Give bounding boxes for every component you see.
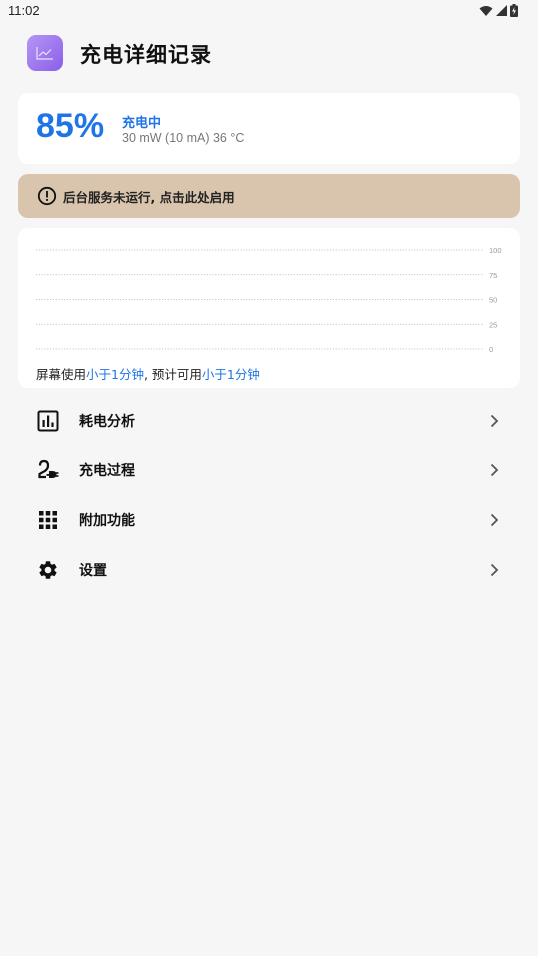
menu-item-extra-features[interactable]: 附加功能 — [18, 497, 520, 543]
warning-text: 后台服务未运行, 点击此处启用 — [63, 189, 235, 205]
chart-y-tick-label: 75 — [489, 271, 497, 280]
battery-history-chart: 100 75 50 25 0 屏幕使用小于1分钟, 预计可用小于1分钟 — [18, 228, 520, 388]
chevron-right-icon — [490, 463, 499, 477]
chart-y-tick-label: 100 — [489, 246, 502, 255]
menu-label: 设置 — [79, 563, 107, 579]
menu-item-charging-process[interactable]: 充电过程 — [18, 447, 520, 493]
grid-apps-icon — [39, 511, 57, 529]
estimated-remaining-value: 小于1分钟 — [201, 367, 260, 382]
menu-label: 附加功能 — [79, 513, 135, 529]
alert-icon — [37, 186, 57, 206]
charging-power-temperature: 30 mW (10 mA) 36 °C — [122, 131, 245, 145]
chart-plot: 100 75 50 25 0 — [36, 246, 502, 354]
chart-y-tick-label: 50 — [489, 296, 497, 305]
background-service-warning[interactable]: 后台服务未运行, 点击此处启用 — [18, 174, 520, 218]
chevron-right-icon — [490, 563, 499, 577]
battery-status-card: 85% 充电中 30 mW (10 mA) 36 °C — [18, 93, 520, 164]
wifi-icon — [479, 5, 493, 16]
chevron-right-icon — [490, 513, 499, 527]
chart-y-tick-label: 25 — [489, 320, 497, 329]
charging-cable-icon — [38, 459, 59, 479]
page-title: 充电详细记录 — [80, 43, 212, 67]
status-bar: 11:02 — [0, 0, 538, 24]
status-icons — [479, 4, 518, 17]
menu-item-settings[interactable]: 设置 — [18, 547, 520, 593]
menu-item-power-analysis[interactable]: 耗电分析 — [18, 398, 520, 444]
status-time: 11:02 — [8, 3, 40, 18]
bar-chart-icon — [37, 410, 59, 432]
screen-usage-prefix: 屏幕使用 — [36, 367, 87, 382]
charging-state-label: 充电中 — [122, 116, 162, 131]
usage-summary: 屏幕使用小于1分钟, 预计可用小于1分钟 — [36, 364, 260, 383]
screen-usage-value: 小于1分钟 — [86, 367, 144, 382]
battery-percent: 85% — [36, 107, 105, 145]
estimate-prefix: , 预计可用 — [143, 367, 202, 382]
menu-label: 耗电分析 — [79, 414, 135, 430]
trend-line-icon — [36, 47, 53, 60]
cell-signal-icon — [496, 5, 507, 16]
menu-label: 充电过程 — [79, 463, 135, 479]
chevron-right-icon — [490, 414, 499, 428]
battery-charging-icon — [510, 4, 518, 17]
chart-y-tick-label: 0 — [489, 345, 493, 354]
app-icon — [27, 35, 63, 71]
gear-icon — [39, 561, 57, 579]
